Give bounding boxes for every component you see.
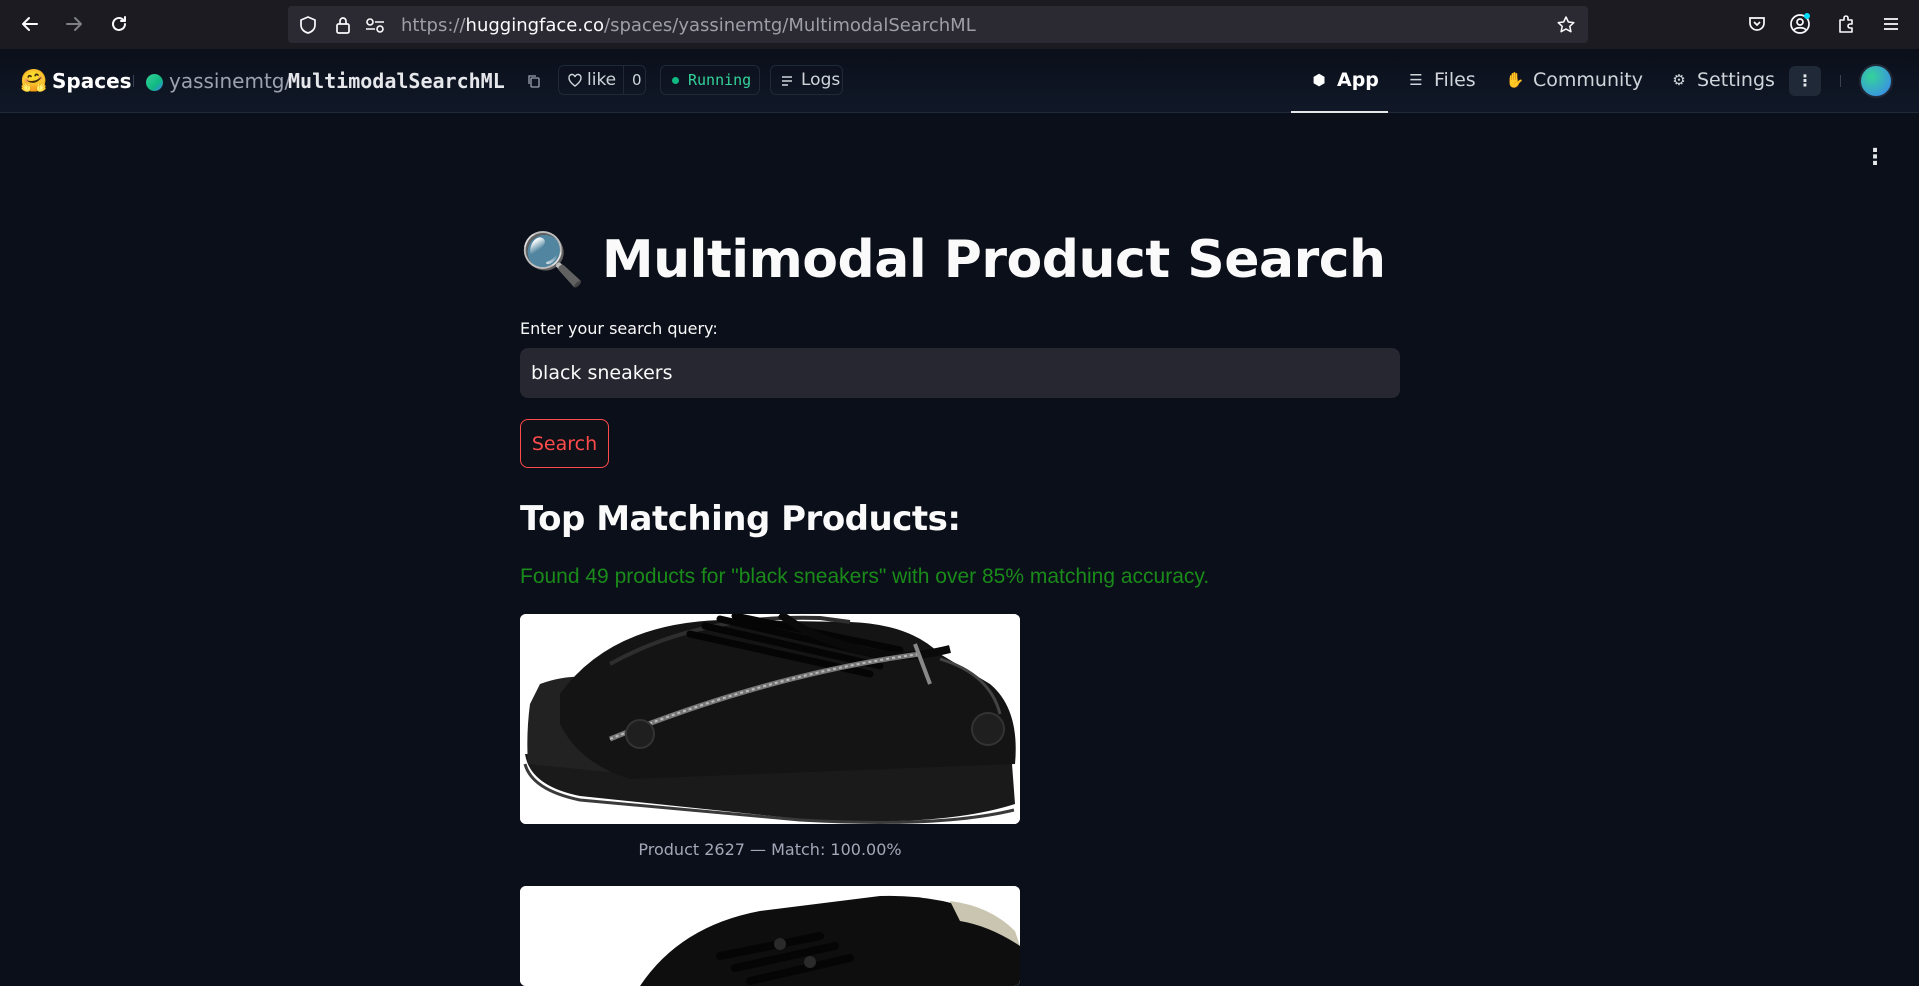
gear-icon: ⚙ [1672,71,1686,89]
tab-label: Community [1533,69,1643,91]
space-avatar [146,74,163,91]
cube-icon: ⬢ [1312,71,1326,89]
search-input[interactable] [520,348,1400,398]
url-path: /spaces/yassinemtg/MultimodalSearchML [604,15,976,36]
tab-label: Files [1434,69,1476,91]
files-icon: ☰ [1409,71,1423,89]
bookmark-star-icon[interactable] [1556,15,1576,35]
tab-label: App [1337,69,1379,91]
space-name-link[interactable]: MultimodalSearchML [288,69,505,93]
product-image [520,614,1020,824]
url-prefix: https:// [401,15,466,36]
active-tab-indicator [1291,111,1388,113]
extensions-icon[interactable] [1834,12,1858,36]
page-title: 🔍 Multimodal Product Search [520,230,1386,290]
url-host: huggingface.co [465,15,605,36]
hf-header: 🤗 Spaces yassinemtg/ MultimodalSearchML … [0,49,1919,113]
logs-icon [782,76,792,86]
tab-label: Settings [1697,69,1775,91]
query-label: Enter your search query: [520,319,718,338]
copy-icon[interactable] [527,73,543,89]
product-image [520,886,1020,986]
tab-community[interactable]: ✋ Community [1505,69,1643,91]
reload-icon[interactable] [107,12,131,36]
running-dot-icon [672,76,679,84]
like-count: 0 [623,66,642,94]
hf-logo[interactable]: 🤗 [20,69,47,94]
pocket-icon[interactable] [1745,12,1769,36]
community-icon: ✋ [1505,71,1525,89]
permissions-icon[interactable] [364,15,384,35]
browser-toolbar: https://huggingface.co/spaces/yassinemtg… [0,0,1919,49]
status-badge[interactable]: Running [660,65,760,95]
shield-icon[interactable] [298,15,318,35]
heart-icon [568,73,582,87]
tab-settings[interactable]: ⚙ Settings [1669,69,1775,91]
separator [1840,75,1841,87]
lock-icon[interactable] [333,15,353,35]
like-button[interactable]: like 0 [558,65,646,95]
product-caption: Product 2627 — Match: 100.00% [638,840,902,859]
more-options-button[interactable]: ⋮ [1789,66,1821,96]
url-text[interactable]: https://huggingface.co/spaces/yassinemtg… [401,15,976,36]
separator [133,75,134,87]
logs-button[interactable]: Logs [770,65,843,95]
tab-app[interactable]: ⬢ App [1309,69,1379,91]
hamburger-menu-icon[interactable] [1879,12,1903,36]
black-sneaker-image [520,614,1020,824]
results-summary: Found 49 products for "black sneakers" w… [520,565,1210,588]
spaces-link[interactable]: Spaces [52,69,132,93]
tab-files[interactable]: ☰ Files [1406,69,1476,91]
app-menu-icon[interactable]: ⋮ [1864,147,1886,169]
back-icon[interactable] [18,12,42,36]
space-owner-link[interactable]: yassinemtg/ [169,69,291,93]
status-label: Running [688,71,752,89]
url-bar[interactable]: https://huggingface.co/spaces/yassinemtg… [288,6,1588,43]
avatar[interactable] [1859,64,1893,98]
forward-icon[interactable] [62,12,86,36]
results-heading: Top Matching Products: [520,499,961,539]
black-canvas-shoe-image [520,886,1020,986]
search-button[interactable]: Search [520,419,609,468]
account-icon[interactable] [1788,12,1812,36]
